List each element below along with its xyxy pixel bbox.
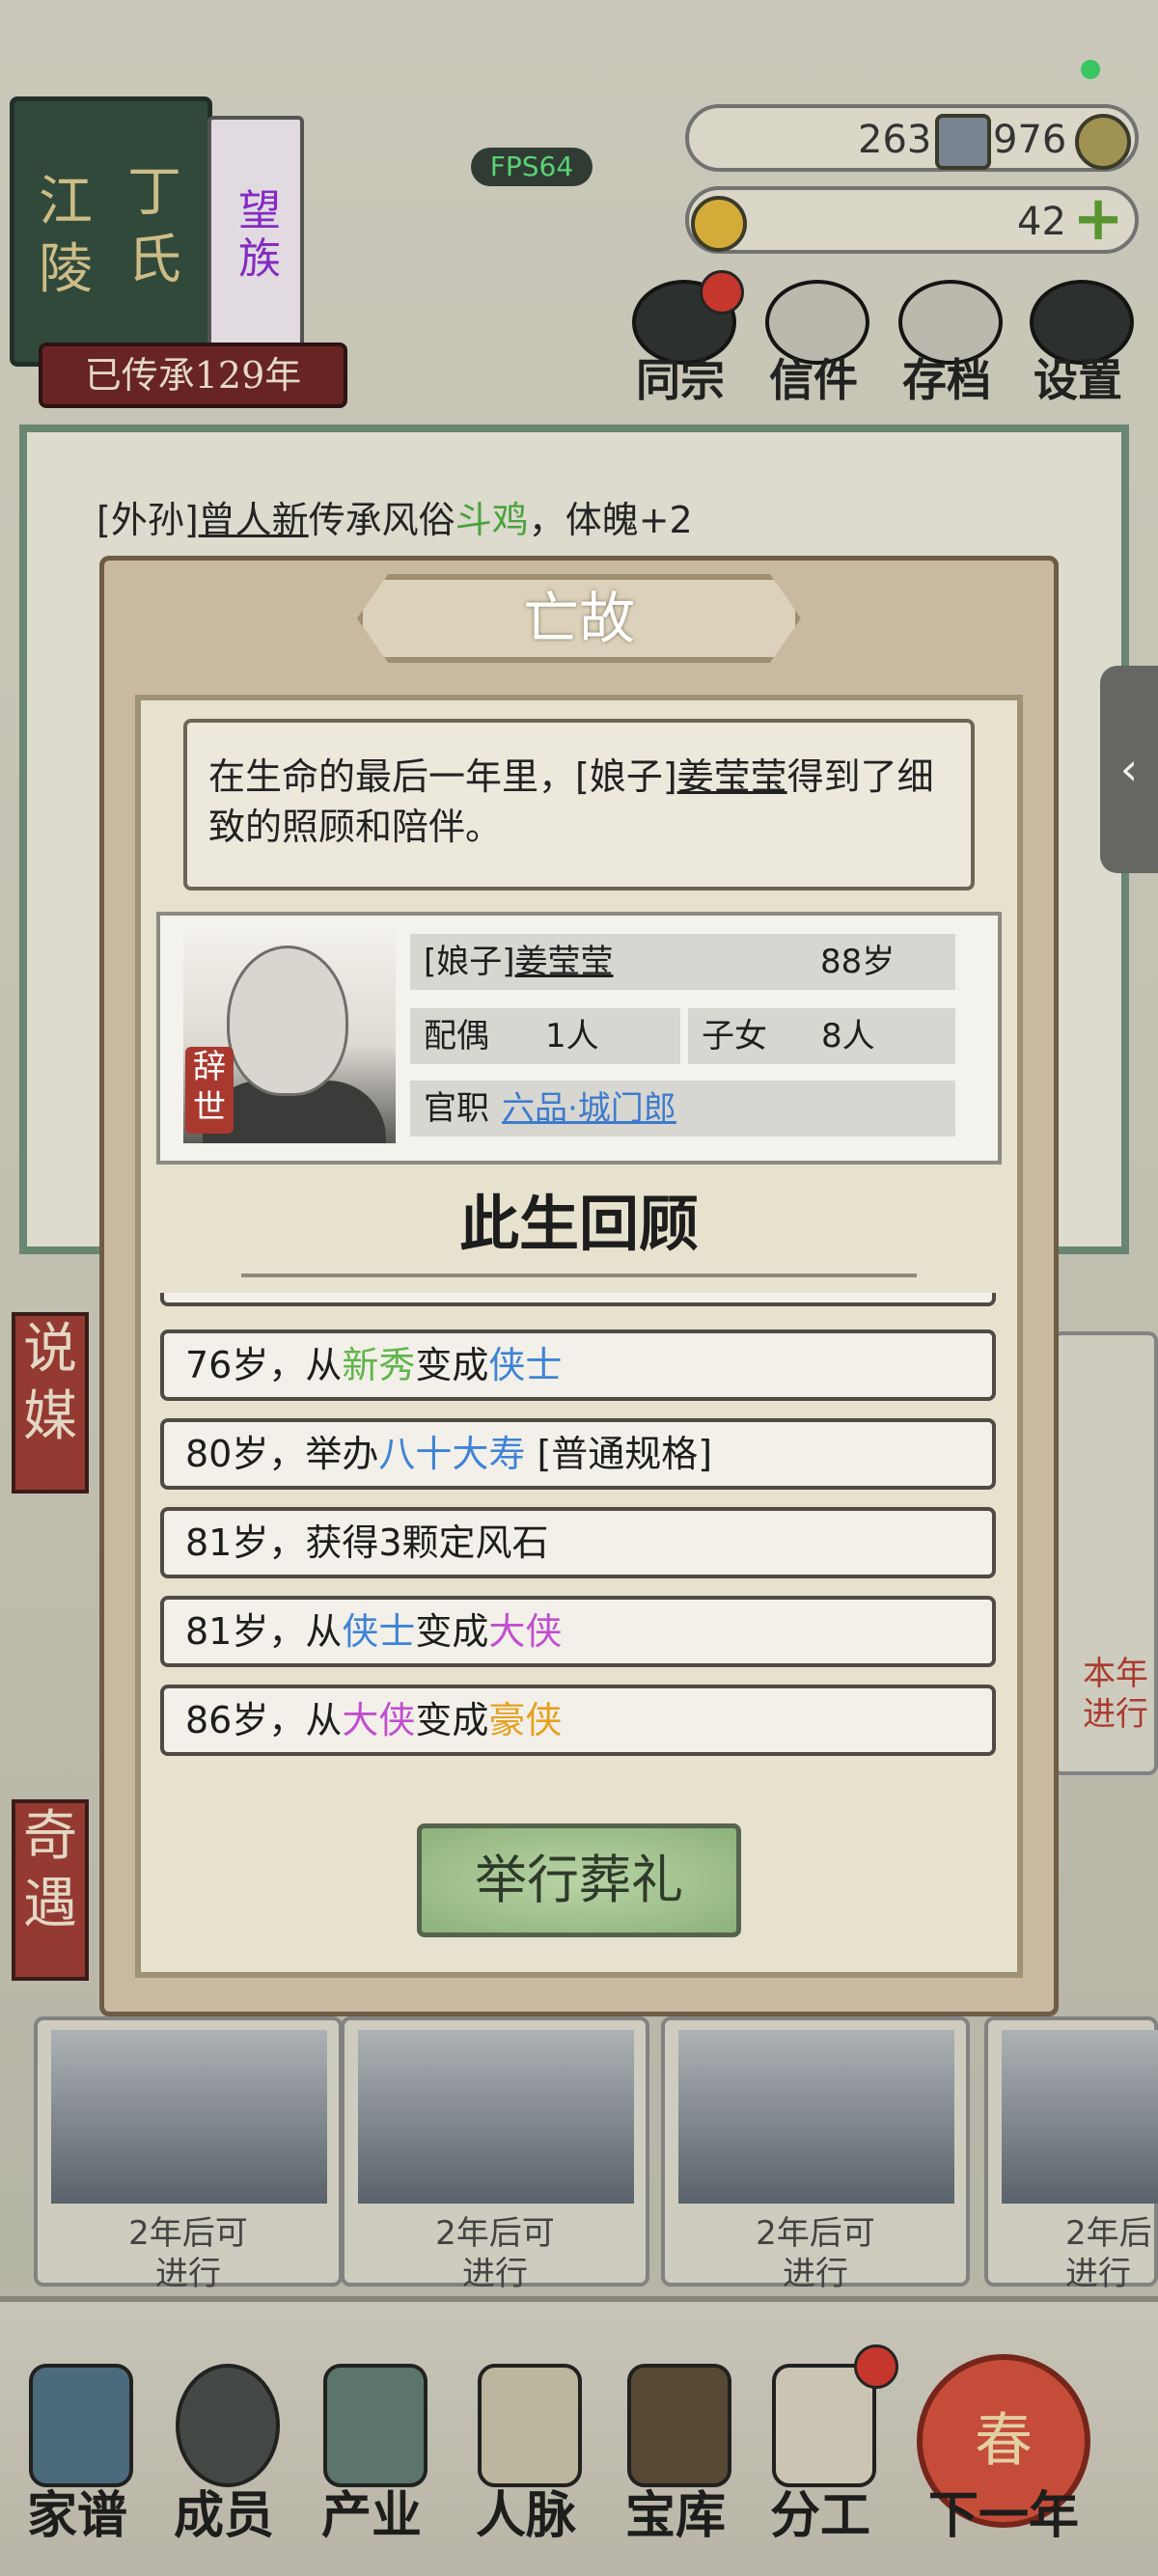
event-text-segment: 豪侠 [488, 1699, 563, 1741]
event-list-scroll-edge [160, 1293, 996, 1306]
spouse-field: 配偶 1人 [410, 1008, 680, 1064]
event-text-segment: 大侠 [488, 1610, 563, 1653]
office-field: 官职 六品·城门郎 [410, 1081, 955, 1137]
event-text-segment: 76岁，从 [185, 1344, 343, 1386]
deceased-stamp: 辞世 [185, 1047, 234, 1134]
event-text-segment: 新秀 [342, 1344, 416, 1386]
event-text-segment: 侠士 [342, 1610, 416, 1653]
spouse-count: 1人 [545, 1017, 599, 1055]
event-text-segment: 80岁，举办 [185, 1433, 379, 1475]
office-link[interactable]: 六品·城门郎 [502, 1081, 676, 1137]
event-text-segment: 81岁，获得3颗定风石 [185, 1521, 549, 1564]
children-label: 子女 [702, 1017, 767, 1055]
event-text-segment: 变成 [415, 1344, 489, 1386]
life-event-row: 86岁，从大侠变成豪侠 [160, 1685, 996, 1756]
event-text-segment: 大侠 [342, 1699, 416, 1741]
message-part-a: 在生命的最后一年里，[娘子] [208, 755, 677, 798]
life-event-row: 76岁，从新秀变成侠士 [160, 1329, 996, 1401]
life-event-row: 81岁，从侠士变成大侠 [160, 1596, 996, 1667]
person-name-field: [娘子]姜莹莹 88岁 [410, 934, 955, 990]
life-event-row: 80岁，举办八十大寿 [普通规格] [160, 1418, 996, 1490]
event-text-segment: 八十大寿 [378, 1433, 526, 1475]
person-name-link[interactable]: 姜莹莹 [515, 943, 614, 981]
event-text-segment: 变成 [415, 1699, 489, 1741]
hold-funeral-button[interactable]: 举行葬礼 [417, 1823, 741, 1937]
children-field: 子女 8人 [688, 1008, 955, 1064]
person-title: [娘子] [424, 943, 515, 981]
life-review-title: 此生回顾 [458, 1189, 699, 1259]
life-event-row: 81岁，获得3颗定风石 [160, 1507, 996, 1578]
event-text-segment: 86岁，从 [185, 1699, 343, 1741]
children-count: 8人 [821, 1017, 875, 1055]
event-text-segment: [普通规格] [525, 1433, 713, 1475]
review-divider [241, 1264, 917, 1277]
spouse-label: 配偶 [424, 1017, 489, 1055]
death-message: 在生命的最后一年里，[娘子]姜莹莹得到了细致的照顾和陪伴。 [183, 719, 975, 891]
event-text-segment: 变成 [415, 1610, 489, 1653]
portrait-head [227, 945, 348, 1096]
event-text-segment: 81岁，从 [185, 1610, 343, 1653]
modal-title: 亡故 [522, 586, 635, 651]
message-person-link[interactable]: 姜莹莹 [677, 755, 787, 798]
event-text-segment: 侠士 [488, 1344, 563, 1386]
person-age: 88岁 [820, 943, 896, 981]
office-label: 官职 [424, 1089, 489, 1128]
